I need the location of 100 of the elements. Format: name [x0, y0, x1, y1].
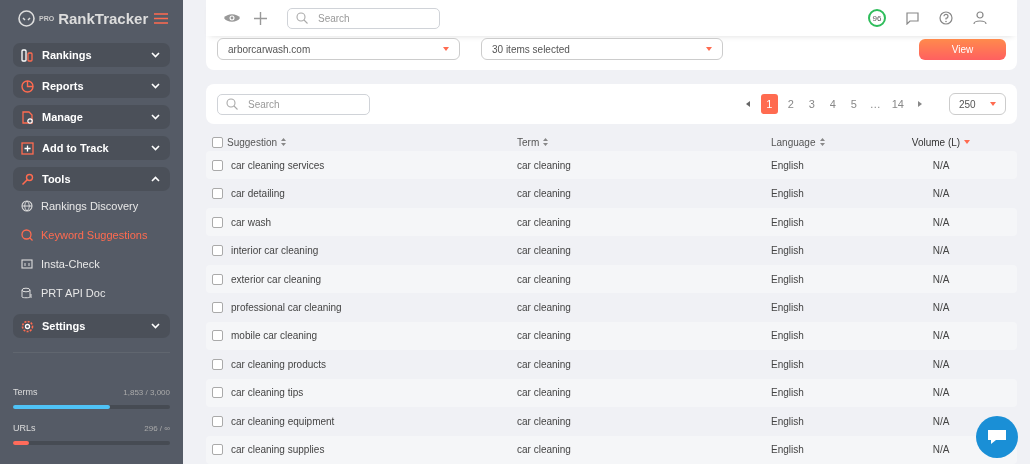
next-page-icon[interactable] [918, 101, 922, 108]
nav-group[interactable]: Rankings [13, 43, 170, 67]
document-gear-icon [21, 110, 34, 124]
page-link[interactable]: 14 [888, 94, 907, 115]
key-icon [21, 172, 34, 186]
row-checkbox[interactable] [212, 159, 223, 171]
table-cell: N/A [932, 188, 950, 200]
chat-icon [987, 429, 1007, 445]
nav-label: Add to Track [42, 142, 109, 154]
help-icon [939, 11, 953, 25]
nav-item[interactable]: Insta-Check [13, 249, 170, 278]
table-cell: car detailing [231, 188, 285, 200]
nav-label: Tools [42, 173, 71, 185]
page-link[interactable]: 5 [845, 94, 862, 115]
window-icon [21, 257, 33, 270]
page-link[interactable]: 3 [803, 94, 820, 115]
table-cell: car cleaning [517, 444, 571, 456]
chat-button[interactable] [976, 416, 1018, 458]
gear-icon [21, 319, 34, 333]
table-cell: N/A [932, 273, 950, 285]
row-checkbox[interactable] [212, 245, 223, 257]
logo-icon [18, 9, 35, 27]
table-cell: professional car cleaning [231, 302, 342, 313]
plus-square-icon [21, 141, 34, 155]
column-header[interactable]: Suggestion [227, 136, 278, 148]
row-checkbox[interactable] [212, 387, 223, 399]
table-cell: English [771, 415, 804, 427]
chevron-up-icon [151, 176, 160, 182]
table-cell: car cleaning supplies [231, 444, 325, 456]
search-icon [226, 98, 238, 111]
usage-label: Terms [13, 387, 38, 397]
row-checkbox[interactable] [212, 302, 223, 313]
eye-icon [224, 13, 240, 23]
search-icon [21, 228, 33, 241]
row-checkbox[interactable] [212, 444, 223, 456]
table-cell: N/A [932, 387, 950, 399]
table-cell: car cleaning services [231, 159, 325, 171]
row-checkbox[interactable] [212, 188, 223, 200]
domain-dropdown[interactable]: arborcarwash.com [217, 38, 460, 60]
usage-reading: 1,853 / 3,000 [123, 388, 170, 397]
row-checkbox[interactable] [212, 273, 223, 285]
table-cell: English [771, 444, 804, 456]
nav-item[interactable]: Rankings Discovery [13, 191, 170, 220]
page-link[interactable]: … [866, 94, 884, 115]
table-cell: English [771, 273, 804, 285]
table-cell: N/A [932, 245, 950, 257]
nav-group[interactable]: Manage [13, 105, 170, 129]
table-cell: car cleaning [517, 159, 571, 171]
chevron-down-icon [151, 52, 160, 58]
table-cell: English [771, 302, 804, 313]
score-badge: 96 [868, 9, 886, 27]
search-field[interactable]: Search [287, 7, 440, 29]
column-header[interactable]: Language [771, 136, 816, 148]
table-cell: car cleaning [517, 358, 571, 370]
table-cell: English [771, 216, 804, 228]
table-cell: English [771, 245, 804, 257]
row-checkbox[interactable] [212, 415, 223, 427]
table-cell: N/A [932, 444, 950, 456]
nav-label: Reports [42, 80, 84, 92]
table-cell: car cleaning [517, 273, 571, 285]
nav-item[interactable]: PRT API Doc [13, 278, 170, 307]
row-checkbox[interactable] [212, 330, 223, 342]
table-cell: N/A [932, 358, 950, 370]
user-icon [973, 11, 987, 25]
page-link[interactable]: 4 [824, 94, 841, 115]
table-cell: car cleaning [517, 245, 571, 257]
pie-chart-icon [21, 79, 34, 93]
table-cell: English [771, 188, 804, 200]
table-cell: N/A [932, 330, 950, 342]
table-cell: N/A [932, 159, 950, 171]
prev-page-icon[interactable] [745, 101, 750, 108]
nav-group[interactable]: Settings [13, 314, 170, 338]
table-cell: car cleaning [517, 216, 571, 228]
column-header[interactable]: Volume (L) [911, 136, 961, 148]
page-size-dropdown[interactable]: 250 [949, 93, 1006, 116]
column-header[interactable]: Term [517, 136, 540, 148]
table-cell: English [771, 358, 804, 370]
table-cell: car cleaning [517, 302, 571, 313]
select-all-checkbox[interactable] [212, 136, 223, 148]
terms-dropdown[interactable]: 30 items selected [481, 38, 723, 60]
nav-label: Manage [42, 111, 83, 123]
chevron-down-icon [151, 145, 160, 151]
table-cell: car wash [231, 216, 271, 228]
nav-label: Settings [42, 320, 86, 332]
row-checkbox[interactable] [212, 216, 223, 228]
search-field[interactable]: Search [217, 93, 370, 115]
database-icon [21, 286, 33, 299]
nav-group[interactable]: Reports [13, 74, 170, 98]
table-cell: N/A [932, 415, 950, 427]
row-checkbox[interactable] [212, 358, 223, 370]
nav-item-label: Keyword Suggestions [41, 228, 148, 241]
table-cell: car cleaning tips [231, 387, 304, 399]
page-link[interactable]: 2 [782, 94, 799, 115]
plus-icon [254, 11, 267, 25]
nav-group[interactable]: Tools [13, 167, 170, 191]
search-icon [296, 12, 308, 24]
message-icon [906, 11, 919, 25]
bars-icon [21, 48, 34, 62]
nav-group[interactable]: Add to Track [13, 136, 170, 160]
table-cell: English [771, 159, 804, 171]
